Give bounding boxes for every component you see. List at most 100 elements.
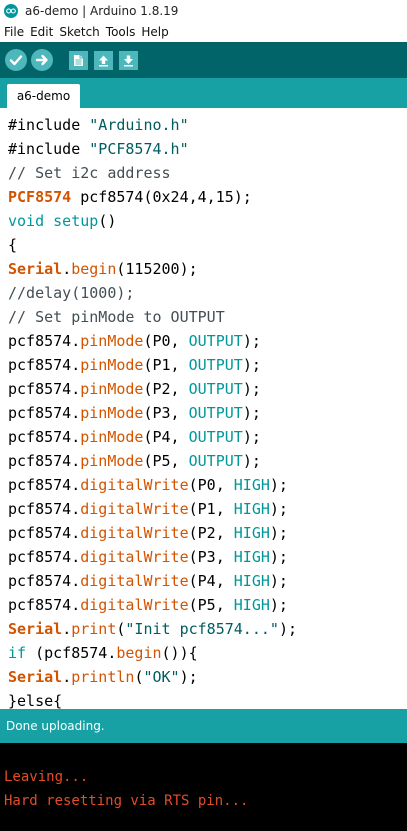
menu-bar: File Edit Sketch Tools Help [0, 22, 407, 42]
code-line[interactable]: PCF8574 pcf8574(0x24,4,15); [8, 185, 407, 209]
console-line: Hard resetting via RTS pin... [4, 793, 249, 809]
save-icon[interactable] [119, 50, 138, 70]
code-token: (P0, [188, 476, 234, 494]
code-token: digitalWrite [80, 596, 189, 614]
code-line[interactable]: //delay(1000); [8, 281, 407, 305]
code-token: { [8, 236, 18, 254]
code-token: digitalWrite [80, 500, 189, 518]
code-token: HIGH [233, 548, 270, 566]
code-token: ); [278, 620, 297, 638]
code-token: OUTPUT [188, 356, 243, 374]
code-line[interactable]: pcf8574.pinMode(P5, OUTPUT); [8, 449, 407, 473]
code-line[interactable]: pcf8574.digitalWrite(P0, HIGH); [8, 473, 407, 497]
code-token: HIGH [233, 524, 270, 542]
code-line[interactable]: pcf8574.pinMode(P2, OUTPUT); [8, 377, 407, 401]
code-token: . [62, 620, 72, 638]
code-line[interactable]: pcf8574.digitalWrite(P4, HIGH); [8, 569, 407, 593]
code-token: setup [53, 212, 99, 230]
code-token: pcf8574. [8, 596, 81, 614]
console-output: Leaving... Hard resetting via RTS pin... [0, 743, 407, 831]
code-line[interactable]: void setup() [8, 209, 407, 233]
code-token: (P5, [143, 452, 189, 470]
code-token: OUTPUT [188, 332, 243, 350]
code-line[interactable]: Serial.println("OK"); [8, 665, 407, 689]
code-line[interactable]: Serial.begin(115200); [8, 257, 407, 281]
code-token: pinMode [80, 404, 144, 422]
code-token: "PCF8574.h" [89, 140, 189, 158]
code-token: (P1, [188, 500, 234, 518]
code-token: print [71, 620, 117, 638]
code-token: }else{ [8, 692, 63, 709]
code-line[interactable]: pcf8574.digitalWrite(P5, HIGH); [8, 593, 407, 617]
menu-sketch[interactable]: Sketch [56, 25, 102, 39]
code-token: OUTPUT [188, 428, 243, 446]
code-token: . [62, 668, 72, 686]
code-line[interactable]: if (pcf8574.begin()){ [8, 641, 407, 665]
code-token: HIGH [233, 500, 270, 518]
code-token: ); [242, 332, 261, 350]
menu-edit[interactable]: Edit [27, 25, 56, 39]
code-token: begin [116, 644, 162, 662]
code-token: pinMode [80, 332, 144, 350]
code-token: (P0, [143, 332, 189, 350]
code-token: ); [269, 572, 288, 590]
code-line[interactable]: // Set pinMode to OUTPUT [8, 305, 407, 329]
new-icon[interactable] [69, 50, 88, 70]
code-token: Serial [8, 620, 63, 638]
code-token: (P1, [143, 356, 189, 374]
code-token: println [71, 668, 135, 686]
code-token: (P4, [188, 572, 234, 590]
open-icon[interactable] [94, 50, 113, 70]
code-token: pcf8574. [8, 524, 81, 542]
code-token: (115200); [116, 260, 198, 278]
code-token: digitalWrite [80, 548, 189, 566]
code-token: digitalWrite [80, 524, 189, 542]
tab-a6-demo[interactable]: a6-demo [7, 84, 80, 108]
code-token: void [8, 212, 45, 230]
code-token: ); [242, 404, 261, 422]
code-token: pinMode [80, 380, 144, 398]
menu-help[interactable]: Help [138, 25, 171, 39]
code-token: // Set pinMode to OUTPUT [8, 308, 225, 326]
arduino-logo-icon [4, 4, 18, 18]
console-line: Leaving... [4, 769, 89, 785]
code-line[interactable]: pcf8574.digitalWrite(P3, HIGH); [8, 545, 407, 569]
code-line[interactable]: // Set i2c address [8, 161, 407, 185]
code-line[interactable]: pcf8574.pinMode(P0, OUTPUT); [8, 329, 407, 353]
code-token: pcf8574. [8, 404, 81, 422]
code-line[interactable]: pcf8574.pinMode(P3, OUTPUT); [8, 401, 407, 425]
code-token: pcf8574. [8, 572, 81, 590]
code-token: // Set i2c address [8, 164, 171, 182]
code-token: #include [8, 116, 90, 134]
code-token: if [8, 644, 27, 662]
code-token: OUTPUT [188, 404, 243, 422]
code-line[interactable]: pcf8574.pinMode(P4, OUTPUT); [8, 425, 407, 449]
code-line[interactable]: pcf8574.digitalWrite(P2, HIGH); [8, 521, 407, 545]
code-token: ); [269, 596, 288, 614]
code-line[interactable]: pcf8574.digitalWrite(P1, HIGH); [8, 497, 407, 521]
code-line[interactable]: }else{ [8, 689, 407, 709]
menu-file[interactable]: File [0, 25, 27, 39]
code-token: HIGH [233, 572, 270, 590]
code-token: ); [242, 428, 261, 446]
toolbar [0, 42, 407, 78]
code-token: //delay(1000); [8, 284, 135, 302]
code-line[interactable]: Serial.print("Init pcf8574..."); [8, 617, 407, 641]
code-text[interactable]: #include "Arduino.h" #include "PCF8574.h"… [0, 108, 407, 709]
code-token: HIGH [233, 596, 270, 614]
code-line[interactable]: pcf8574.pinMode(P1, OUTPUT); [8, 353, 407, 377]
code-line[interactable]: #include "PCF8574.h" [8, 137, 407, 161]
code-token: ); [269, 476, 288, 494]
code-token: pcf8574. [8, 332, 81, 350]
code-line[interactable]: { [8, 233, 407, 257]
code-line[interactable]: #include "Arduino.h" [8, 113, 407, 137]
code-token: OUTPUT [188, 380, 243, 398]
window-title: a6-demo | Arduino 1.8.19 [25, 4, 179, 18]
menu-tools[interactable]: Tools [103, 25, 139, 39]
verify-icon[interactable] [5, 49, 27, 71]
code-editor[interactable]: #include "Arduino.h" #include "PCF8574.h"… [0, 108, 407, 709]
code-token: () [98, 212, 117, 230]
upload-icon[interactable] [31, 49, 53, 71]
code-token: pcf8574. [8, 548, 81, 566]
code-token: (pcf8574. [26, 644, 117, 662]
